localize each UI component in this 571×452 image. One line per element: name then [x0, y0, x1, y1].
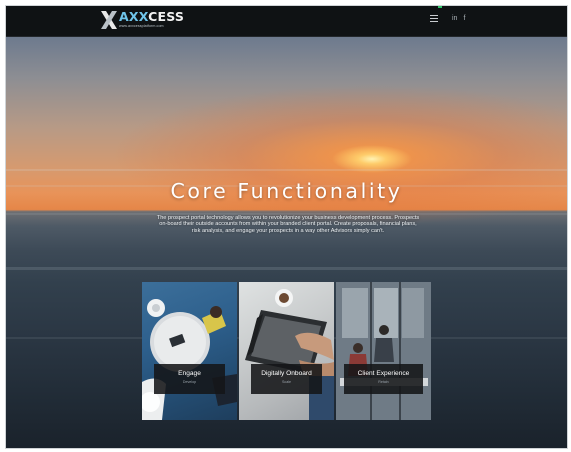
logo-x-mark-icon [101, 11, 117, 29]
card-digitally-onboard[interactable]: Digitally Onboard Scale [239, 282, 334, 420]
top-navigation-bar: AXXCESS www.axxcessplatform.com in f [6, 6, 567, 37]
meeting-table-image [142, 299, 237, 420]
card-title: Digitally Onboard [261, 370, 312, 377]
ocean-wave-line [6, 267, 567, 270]
card-subtitle: Scale [282, 380, 291, 384]
page-title: Core Functionality [170, 179, 403, 203]
ocean-wave-line [6, 169, 567, 171]
card-client-experience[interactable]: Client Experience Retain [336, 282, 431, 420]
hero-description: The prospect portal technology allows yo… [156, 215, 420, 234]
hero-section: Core Functionality The prospect portal t… [6, 37, 567, 448]
browser-viewport: AXXCESS www.axxcessplatform.com in f Cor… [6, 6, 567, 448]
feature-cards: Engage Develop Digitally Onboard Scale C… [142, 282, 431, 420]
card-title: Engage [178, 370, 201, 377]
axxcess-logo[interactable]: AXXCESS www.axxcessplatform.com [101, 9, 185, 33]
linkedin-icon[interactable]: in [452, 15, 457, 22]
hamburger-menu-icon[interactable] [430, 15, 438, 22]
logo-wordmark: AXXCESS [119, 9, 185, 24]
card-label-engage: Engage Develop [154, 364, 225, 394]
card-label-digitally-onboard: Digitally Onboard Scale [251, 364, 322, 394]
logo-tagline: www.axxcessplatform.com [119, 23, 164, 28]
card-subtitle: Retain [378, 380, 389, 384]
status-indicator [438, 6, 442, 8]
nav-actions: in f [430, 15, 465, 22]
office-meeting-image [336, 282, 431, 420]
facebook-icon[interactable]: f [463, 15, 465, 22]
card-label-client-experience: Client Experience Retain [344, 364, 423, 394]
card-title: Client Experience [357, 370, 410, 377]
laptop-typing-image [245, 289, 334, 420]
card-engage[interactable]: Engage Develop [142, 282, 237, 420]
social-links: in f [452, 15, 465, 22]
card-subtitle: Develop [182, 380, 197, 384]
